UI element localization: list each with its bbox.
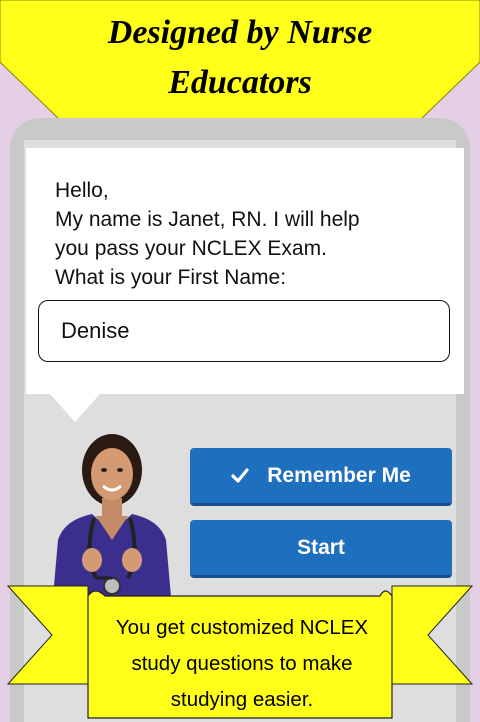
nurse-avatar: [40, 428, 190, 608]
promo-line2: study questions to make: [131, 652, 353, 675]
start-button[interactable]: Start: [190, 520, 452, 578]
promo-text: You get customized NCLEX study questions…: [92, 610, 392, 718]
greeting-line3: you pass your NCLEX Exam.: [55, 237, 327, 260]
greeting-line4: What is your First Name:: [55, 266, 287, 289]
checkmark-icon: [231, 467, 249, 484]
first-name-input[interactable]: [38, 300, 450, 362]
promo-line1: You get customized NCLEX: [115, 616, 369, 639]
promo-banner: You get customized NCLEX study questions…: [0, 582, 480, 722]
start-label: Start: [297, 535, 345, 559]
promo-line3: studying easier.: [170, 688, 314, 711]
greeting-text: Hello, My name is Janet, RN. I will help…: [55, 176, 445, 292]
greeting-line1: Hello,: [55, 179, 109, 202]
speech-bubble-tail: [50, 394, 100, 422]
nurse-icon: [52, 434, 172, 608]
banner-title-line1: Designed by Nurse: [107, 14, 373, 51]
remember-me-label: Remember Me: [267, 463, 411, 487]
remember-me-button[interactable]: Remember Me: [190, 448, 452, 506]
top-banner: Designed by Nurse Educators: [0, 0, 480, 130]
banner-title-line2: Educators: [168, 64, 312, 101]
greeting-line2: My name is Janet, RN. I will help: [55, 208, 360, 231]
banner-title: Designed by Nurse Educators: [0, 8, 480, 108]
